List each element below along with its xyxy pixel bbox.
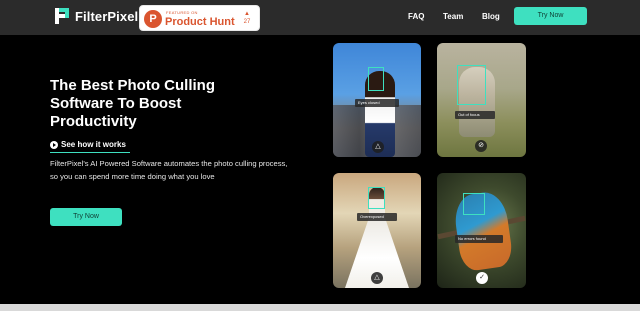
play-icon <box>50 140 58 149</box>
see-how-label: See how it works <box>61 140 126 149</box>
brand-name: FilterPixel <box>75 8 139 24</box>
hero-description: FilterPixel's AI Powered Software automa… <box>50 159 288 181</box>
product-hunt-icon: P <box>144 10 162 28</box>
nav-team[interactable]: Team <box>443 12 463 21</box>
culling-tag: No errors found <box>455 235 503 243</box>
brand-logo[interactable]: FilterPixel <box>55 8 138 24</box>
sample-photo-eyes-closed: Eyes closed △ <box>333 43 421 157</box>
product-hunt-badge[interactable]: P FEATURED ON Product Hunt ▲ 27 <box>139 5 260 31</box>
header-try-now-button[interactable]: Try Now <box>514 7 587 25</box>
hero-title: The Best Photo Culling Software To Boost… <box>50 77 215 130</box>
culling-tag: Overexposed <box>357 213 397 221</box>
site-header: FilterPixel P FEATURED ON Product Hunt ▲… <box>0 0 640 35</box>
subject-detection-box <box>463 193 485 215</box>
filterpixel-logo-icon <box>55 8 69 24</box>
face-detection-box <box>457 65 486 105</box>
culling-tag: Out of focus <box>455 111 495 119</box>
horizontal-scrollbar[interactable] <box>0 304 640 311</box>
reject-icon: ⊘ <box>475 140 487 152</box>
product-hunt-featured-label: FEATURED ON <box>166 10 198 15</box>
sample-photo-out-of-focus: Out of focus ⊘ <box>437 43 526 157</box>
product-hunt-votes: ▲ 27 <box>241 10 253 26</box>
upvote-arrow-icon: ▲ <box>244 11 250 17</box>
sample-photo-no-errors: No errors found ✓ <box>437 173 526 288</box>
culling-tag: Eyes closed <box>355 99 399 107</box>
nav-blog[interactable]: Blog <box>482 12 500 21</box>
sample-photo-overexposed: Overexposed △ <box>333 173 421 288</box>
face-detection-box <box>368 67 384 91</box>
vote-count: 27 <box>243 19 251 25</box>
nav-faq[interactable]: FAQ <box>408 12 424 21</box>
hero-try-now-button[interactable]: Try Now <box>50 208 122 226</box>
check-icon: ✓ <box>476 272 488 284</box>
face-detection-box <box>368 187 385 209</box>
product-hunt-name: Product Hunt <box>165 16 235 28</box>
warning-icon: △ <box>372 141 384 153</box>
warning-icon: △ <box>371 272 383 284</box>
link-underline <box>50 152 130 153</box>
see-how-it-works-link[interactable]: See how it works <box>50 140 126 149</box>
